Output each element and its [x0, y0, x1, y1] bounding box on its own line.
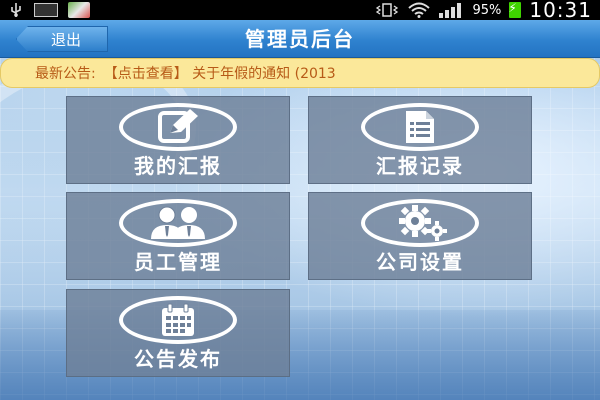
tile-icon-ring — [361, 199, 479, 247]
document-icon — [406, 111, 434, 143]
tile-label: 公告发布 — [134, 347, 222, 371]
exit-button[interactable]: 退出 — [16, 26, 108, 52]
tile-label: 汇报记录 — [376, 154, 464, 178]
tile-label: 公司设置 — [376, 250, 464, 274]
calendar-icon — [162, 303, 194, 336]
announcement-text[interactable]: 【点击查看】 关于年假的通知 (2013 — [104, 63, 336, 83]
signal-icon — [439, 3, 462, 18]
gears-icon — [399, 205, 447, 241]
vibrate-icon — [376, 3, 399, 17]
keyboard-icon — [34, 3, 58, 17]
tile-announcement-publish[interactable]: 公告发布 — [66, 289, 290, 377]
tile-label: 我的汇报 — [134, 154, 222, 178]
announcement-label: 最新公告: — [35, 66, 96, 82]
tile-icon-ring — [119, 199, 237, 247]
tile-my-report[interactable]: 我的汇报 — [66, 96, 290, 184]
tile-icon-ring — [119, 296, 237, 344]
battery-percentage: 95% — [472, 2, 502, 18]
usb-icon — [11, 3, 21, 17]
wifi-icon — [408, 2, 431, 18]
title-bar: 退出 管理员后台 — [0, 20, 600, 58]
battery-charging-icon — [508, 1, 522, 18]
announcement-bar[interactable]: 最新公告: 【点击查看】 关于年假的通知 (2013 — [0, 58, 600, 88]
users-icon — [151, 206, 205, 239]
status-bar: 95% 10:31 — [0, 0, 600, 22]
tile-staff-management[interactable]: 员工管理 — [66, 192, 290, 280]
tile-label: 员工管理 — [134, 250, 222, 274]
tile-report-records[interactable]: 汇报记录 — [308, 96, 532, 184]
clock: 10:31 — [529, 0, 592, 22]
tile-icon-ring — [361, 103, 479, 151]
tile-company-settings[interactable]: 公司设置 — [308, 192, 532, 280]
tile-icon-ring — [119, 103, 237, 151]
edit-icon — [158, 109, 198, 143]
map-icon — [68, 2, 90, 18]
